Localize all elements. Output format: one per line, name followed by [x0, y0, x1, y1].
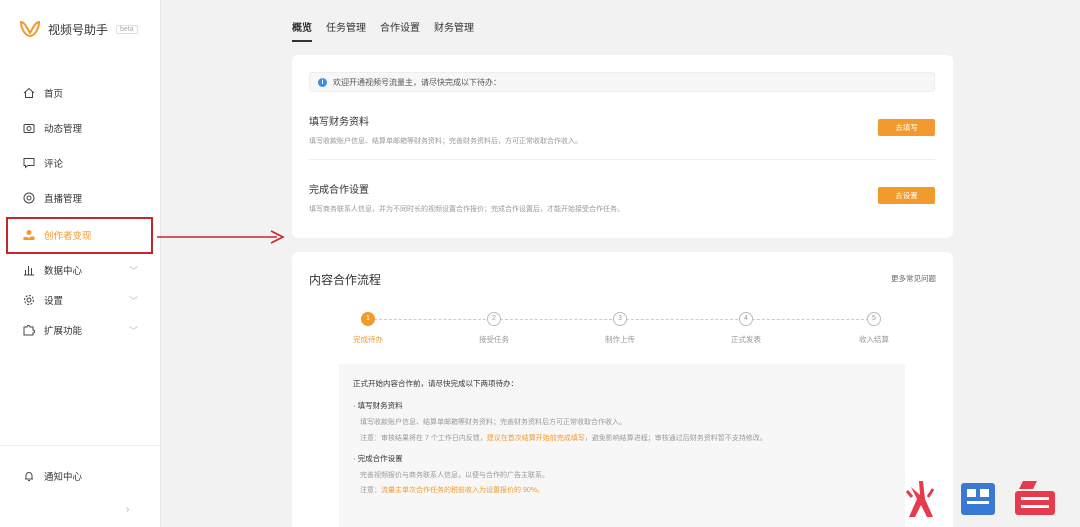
flow-title: 内容合作流程 — [309, 273, 382, 287]
top-tabs: 概览 任务管理 合作设置 财务管理 — [292, 19, 474, 42]
faq-link[interactable]: 更多常见问题 — [891, 273, 936, 284]
sidebar-item-label: 评论 — [44, 159, 64, 170]
sidebar-item-label: 动态管理 — [44, 124, 83, 135]
fill-finance-button[interactable]: 去填写 — [878, 119, 935, 136]
step-3: 3 制作上传 — [590, 312, 650, 345]
step-1: 1 完成待办 — [338, 312, 398, 345]
divider — [309, 159, 935, 160]
sidebar-item-label: 通知中心 — [44, 472, 83, 483]
step-number: 4 — [739, 312, 753, 326]
step-label: 接受任务 — [479, 335, 509, 344]
sidebar-divider — [0, 445, 160, 446]
sidebar-item-home[interactable]: 首页 — [0, 81, 160, 105]
note-prefix: 注意： — [360, 487, 381, 494]
sidebar-item-live[interactable]: 直播管理 — [0, 186, 160, 210]
task-title: 填写财务资料 — [309, 117, 369, 128]
task-title: 完成合作设置 — [309, 185, 369, 196]
task-cooperation: 完成合作设置 填写商务联系人信息，并为不同时长的视频设置合作报价；完成合作设置后… — [309, 181, 935, 214]
set-cooperation-button[interactable]: 去设置 — [878, 187, 935, 204]
app-name: 视频号助手 — [48, 22, 109, 37]
logo-icon — [20, 20, 40, 38]
flow-card: 内容合作流程 更多常见问题 1 完成待办 2 接受任务 3 制作上传 4 正式发… — [292, 252, 953, 527]
tab-overview[interactable]: 概览 — [292, 19, 312, 42]
guide-line: 填写收款账户信息、结算单邮箱等财务资料；完善财务资料后方可正常收取合作收入。 — [360, 419, 626, 426]
chevron-down-icon: ﹀ — [128, 296, 138, 306]
notice-text: 欢迎开通视频号流量主，请尽快完成以下待办： — [333, 77, 501, 87]
sidebar-item-settings[interactable]: 设置 ﹀ — [0, 288, 160, 312]
guide-panel: 正式开始内容合作前，请尽快完成以下两项待办： · 填写财务资料 填写收款账户信息… — [339, 364, 905, 527]
guide-note: 注意：审核结果将在 7 个工作日内反馈，建议在首次结算开始前完成填写，避免影响结… — [360, 433, 767, 443]
step-label: 收入结算 — [859, 335, 889, 344]
live-icon — [22, 191, 36, 205]
puzzle-icon — [22, 323, 36, 337]
section-title-text: 填写财务资料 — [357, 401, 403, 410]
task-finance: 填写财务资料 填写收款账户信息、结算单邮箱等财务资料；完善财务资料后，方可正常收… — [309, 113, 935, 146]
beta-badge: beta — [116, 24, 138, 34]
guide-title: 正式开始内容合作前，请尽快完成以下两项待办： — [353, 379, 518, 388]
sidebar-item-posts[interactable]: 动态管理 — [0, 116, 160, 140]
step-label: 完成待办 — [353, 335, 383, 344]
step-number: 1 — [361, 312, 375, 326]
tab-task-management[interactable]: 任务管理 — [326, 19, 366, 42]
chart-icon — [22, 263, 36, 277]
sidebar-item-label: 扩展功能 — [44, 326, 83, 337]
step-number: 2 — [487, 312, 501, 326]
step-number: 3 — [613, 312, 627, 326]
guide-section-title: · 填写财务资料 — [353, 401, 403, 410]
sidebar-item-data-center[interactable]: 数据中心 ﹀ — [0, 258, 160, 282]
app-logo[interactable]: 视频号助手 beta — [20, 20, 138, 38]
section-title-text: 完成合作设置 — [357, 454, 403, 463]
note-highlight: 流量主单次合作任务的税前收入为设置报价的 90%。 — [381, 487, 544, 494]
chevron-down-icon: ﹀ — [128, 326, 138, 336]
step-number: 5 — [867, 312, 881, 326]
sidebar-item-label: 数据中心 — [44, 266, 83, 277]
todo-card: i 欢迎开通视频号流量主，请尽快完成以下待办： 填写财务资料 填写收款账户信息、… — [292, 55, 953, 238]
gear-icon — [22, 293, 36, 307]
welcome-notice: i 欢迎开通视频号流量主，请尽快完成以下待办： — [309, 72, 935, 92]
watermark-logo — [905, 481, 1055, 517]
annotation-arrow — [157, 230, 285, 244]
sidebar: 视频号助手 beta 首页 动态管理 评论 直播管理 创作者变现 数据中心 ﹀ … — [0, 0, 161, 527]
sidebar-item-label: 直播管理 — [44, 194, 83, 205]
step-label: 制作上传 — [605, 335, 635, 344]
step-5: 5 收入结算 — [844, 312, 904, 345]
note-highlight: 建议在首次结算开始前完成填写 — [486, 435, 585, 442]
task-desc: 填写商务联系人信息，并为不同时长的视频设置合作报价；完成合作设置后，才能开始接受… — [309, 206, 624, 213]
sidebar-item-notifications[interactable]: 通知中心 — [0, 464, 160, 488]
guide-line: 完善视频报价与商务联系人信息，以便与合作的广告主联系。 — [360, 472, 549, 479]
home-icon — [22, 86, 36, 100]
sidebar-item-extensions[interactable]: 扩展功能 ﹀ — [0, 318, 160, 342]
highlight-box — [6, 217, 153, 254]
bell-icon — [22, 469, 36, 483]
note-prefix: 注意：审核结果将在 7 个工作日内反馈， — [360, 435, 487, 442]
tab-cooperation-settings[interactable]: 合作设置 — [380, 19, 420, 42]
camera-icon — [22, 121, 36, 135]
chevron-right-icon[interactable]: › — [126, 504, 129, 515]
comment-icon — [22, 156, 36, 170]
info-icon: i — [318, 77, 327, 87]
guide-section-title: · 完成合作设置 — [353, 454, 403, 463]
guide-note: 注意：流量主单次合作任务的税前收入为设置报价的 90%。 — [360, 485, 544, 495]
chevron-down-icon: ﹀ — [128, 266, 138, 276]
step-2: 2 接受任务 — [464, 312, 524, 345]
sidebar-item-label: 首页 — [44, 89, 64, 100]
flow-steps: 1 完成待办 2 接受任务 3 制作上传 4 正式发表 5 收入结算 — [292, 312, 953, 352]
task-desc: 填写收款账户信息、结算单邮箱等财务资料；完善财务资料后，方可正常收取合作收入。 — [309, 138, 582, 145]
step-label: 正式发表 — [731, 335, 761, 344]
sidebar-item-label: 设置 — [44, 296, 64, 307]
tab-finance-management[interactable]: 财务管理 — [434, 19, 474, 42]
note-suffix: ，避免影响结算进程；审核通过后财务资料暂不支持修改。 — [584, 435, 767, 442]
sidebar-item-comments[interactable]: 评论 — [0, 151, 160, 175]
step-4: 4 正式发表 — [716, 312, 776, 345]
